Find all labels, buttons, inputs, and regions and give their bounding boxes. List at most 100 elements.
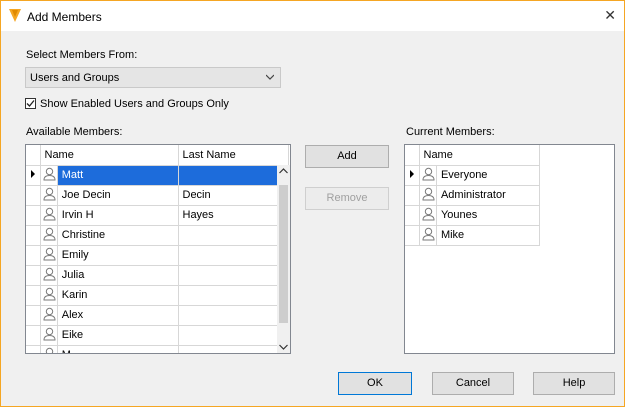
name-cell[interactable]: Christine bbox=[57, 225, 179, 246]
row-header[interactable] bbox=[405, 185, 420, 206]
user-icon-cell bbox=[40, 265, 58, 286]
table-row[interactable]: Joe Decin Decin bbox=[26, 185, 289, 206]
user-icon-cell bbox=[419, 185, 437, 206]
last-name-cell[interactable] bbox=[178, 325, 289, 346]
name-cell[interactable]: Emily bbox=[57, 245, 179, 266]
table-row[interactable]: Administrator bbox=[405, 185, 540, 206]
table-row[interactable]: Julia bbox=[26, 265, 289, 286]
row-header[interactable] bbox=[26, 345, 41, 353]
table-row[interactable]: Christine bbox=[26, 225, 289, 246]
row-header[interactable] bbox=[26, 265, 41, 286]
name-cell[interactable]: Eike bbox=[57, 325, 179, 346]
user-icon bbox=[42, 167, 56, 180]
row-header[interactable] bbox=[26, 245, 41, 266]
checkmark-icon bbox=[26, 100, 35, 107]
user-icon bbox=[42, 207, 56, 220]
last-name-cell[interactable] bbox=[178, 265, 289, 286]
last-name-cell[interactable] bbox=[178, 225, 289, 246]
last-name-cell[interactable] bbox=[178, 245, 289, 266]
user-icon bbox=[421, 227, 435, 240]
scroll-up-icon[interactable] bbox=[279, 168, 288, 174]
column-header-name[interactable]: Name bbox=[419, 145, 540, 166]
table-row[interactable]: Everyone bbox=[405, 165, 540, 186]
row-header[interactable] bbox=[26, 325, 41, 346]
member-name-cell[interactable]: Everyone bbox=[436, 165, 540, 186]
last-name-cell[interactable] bbox=[178, 165, 289, 186]
user-icon bbox=[42, 227, 56, 240]
chevron-down-icon bbox=[266, 74, 274, 80]
table-row[interactable]: M bbox=[26, 345, 289, 353]
ok-button[interactable]: OK bbox=[338, 372, 412, 395]
row-header[interactable] bbox=[405, 205, 420, 226]
title-bar: Add Members ✕ bbox=[1, 1, 624, 31]
last-name-cell[interactable] bbox=[178, 305, 289, 326]
name-cell[interactable]: Irvin H bbox=[57, 205, 179, 226]
available-members-grid[interactable]: Name Last Name Matt Joe Decin Decin Irvin H… bbox=[25, 144, 291, 354]
scrollbar-thumb[interactable] bbox=[279, 185, 288, 323]
table-row[interactable]: Emily bbox=[26, 245, 289, 266]
row-header[interactable] bbox=[405, 225, 420, 246]
last-name-cell[interactable]: Hayes bbox=[178, 205, 289, 226]
last-name-cell[interactable] bbox=[178, 345, 289, 353]
help-button[interactable]: Help bbox=[533, 372, 615, 395]
vertical-scrollbar[interactable] bbox=[277, 165, 290, 353]
row-header[interactable] bbox=[26, 205, 41, 226]
app-logo-icon bbox=[9, 9, 21, 22]
table-row[interactable]: Karin bbox=[26, 285, 289, 306]
table-row[interactable]: Eike bbox=[26, 325, 289, 346]
available-members-label: Available Members: bbox=[26, 126, 123, 138]
cancel-button[interactable]: Cancel bbox=[432, 372, 514, 395]
add-button[interactable]: Add bbox=[305, 145, 389, 168]
table-row[interactable]: Alex bbox=[26, 305, 289, 326]
enabled-only-label: Show Enabled Users and Groups Only bbox=[40, 98, 229, 110]
row-header-corner bbox=[405, 145, 420, 166]
name-cell[interactable]: Alex bbox=[57, 305, 179, 326]
member-name-cell[interactable]: Mike bbox=[436, 225, 540, 246]
user-icon-cell bbox=[40, 225, 58, 246]
row-header[interactable] bbox=[405, 165, 420, 186]
row-header[interactable] bbox=[26, 165, 41, 186]
column-header-last-name[interactable]: Last Name bbox=[178, 145, 289, 166]
column-header-name[interactable]: Name bbox=[40, 145, 179, 166]
name-cell[interactable]: M bbox=[57, 345, 179, 353]
user-icon-cell bbox=[40, 245, 58, 266]
member-name-cell[interactable]: Administrator bbox=[436, 185, 540, 206]
last-name-cell[interactable] bbox=[178, 285, 289, 306]
table-row[interactable]: Younes bbox=[405, 205, 540, 226]
row-header[interactable] bbox=[26, 285, 41, 306]
select-members-from-label: Select Members From: bbox=[26, 49, 138, 61]
source-dropdown[interactable]: Users and Groups bbox=[25, 67, 281, 88]
current-members-grid[interactable]: Name Everyone Administrator Younes Mike bbox=[404, 144, 615, 354]
name-cell[interactable]: Karin bbox=[57, 285, 179, 306]
add-members-dialog: Add Members ✕ Select Members From: Users… bbox=[0, 0, 625, 407]
current-row-indicator-icon bbox=[409, 170, 414, 178]
user-icon bbox=[42, 327, 56, 340]
user-icon-cell bbox=[419, 205, 437, 226]
name-cell[interactable]: Joe Decin bbox=[57, 185, 179, 206]
close-button[interactable]: ✕ bbox=[604, 7, 616, 24]
name-cell[interactable]: Matt bbox=[57, 165, 179, 186]
last-name-cell[interactable]: Decin bbox=[178, 185, 289, 206]
table-row[interactable]: Irvin H Hayes bbox=[26, 205, 289, 226]
name-cell[interactable]: Julia bbox=[57, 265, 179, 286]
remove-button[interactable]: Remove bbox=[305, 187, 389, 210]
member-name-cell[interactable]: Younes bbox=[436, 205, 540, 226]
table-row[interactable]: Mike bbox=[405, 225, 540, 246]
row-header[interactable] bbox=[26, 305, 41, 326]
row-header[interactable] bbox=[26, 225, 41, 246]
scroll-down-icon[interactable] bbox=[279, 344, 288, 350]
row-header[interactable] bbox=[26, 185, 41, 206]
user-icon bbox=[421, 207, 435, 220]
user-icon-cell bbox=[40, 325, 58, 346]
table-row[interactable]: Matt bbox=[26, 165, 289, 186]
row-header-corner bbox=[26, 145, 41, 166]
user-icon bbox=[45, 347, 53, 353]
user-icon bbox=[42, 267, 56, 280]
user-icon bbox=[42, 307, 56, 320]
user-icon bbox=[42, 247, 56, 260]
user-icon-cell bbox=[419, 165, 437, 186]
available-header-row: Name Last Name bbox=[26, 145, 289, 166]
current-members-label: Current Members: bbox=[406, 126, 495, 138]
user-icon-cell bbox=[40, 205, 58, 226]
enabled-only-checkbox[interactable] bbox=[25, 98, 36, 109]
